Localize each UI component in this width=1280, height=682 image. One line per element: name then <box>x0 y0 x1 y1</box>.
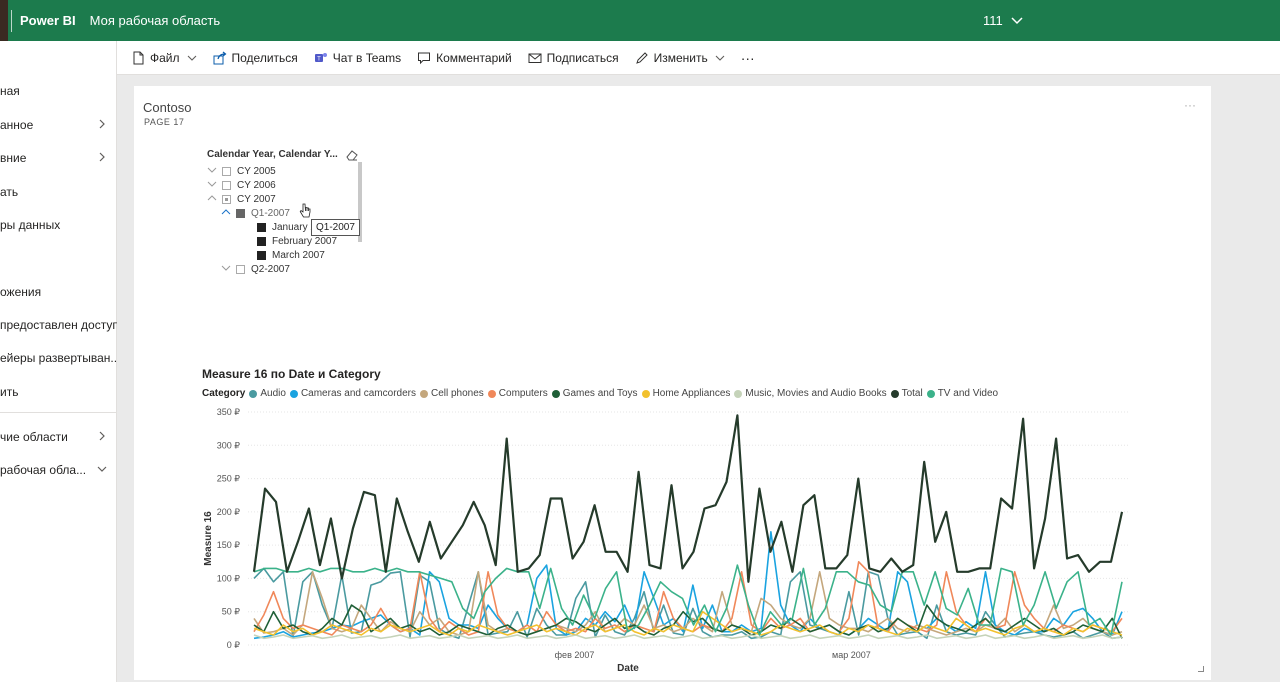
y-tick-label: 150 ₽ <box>217 540 241 550</box>
x-tick-label: фев 2007 <box>555 650 595 660</box>
resize-handle[interactable] <box>1198 666 1204 672</box>
user-name: 111 <box>983 13 1003 28</box>
file-label: Файл <box>150 50 180 65</box>
nav-item-2[interactable]: вние <box>0 146 117 170</box>
teams-label: Чат в Teams <box>332 50 402 65</box>
y-tick-label: 250 ₽ <box>217 474 241 484</box>
chevron-down-icon <box>187 51 197 65</box>
pencil-icon <box>635 51 649 65</box>
y-tick-label: 300 ₽ <box>217 440 241 450</box>
comment-label: Комментарий <box>436 50 512 65</box>
nav-item-label: предоставлен доступ <box>0 318 117 332</box>
x-tick-label: мар 2007 <box>832 650 871 660</box>
series-line-total <box>252 414 1124 583</box>
y-tick-label: 100 ₽ <box>217 573 241 583</box>
nav-item-label: анное <box>0 118 34 132</box>
nav-item-3[interactable]: ать <box>0 180 117 204</box>
chevron-right-icon[interactable] <box>96 151 108 166</box>
line-chart: 0 ₽ 50 ₽ 100 ₽ 150 ₽ 200 ₽ 250 ₽ 300 ₽ 350 ₽ фев… <box>203 407 1128 674</box>
series-line-music-movies-and-audio-books <box>253 634 1123 640</box>
comment-icon <box>417 51 431 65</box>
app-launcher-avatar[interactable] <box>0 0 8 41</box>
subscribe-button[interactable]: Подписаться <box>528 51 619 65</box>
brand-name[interactable]: Power BI <box>20 13 76 28</box>
edit-button[interactable]: Изменить <box>635 51 725 65</box>
file-button[interactable]: Файл <box>131 51 197 65</box>
y-tick-label: 50 ₽ <box>222 607 241 617</box>
user-menu[interactable]: 111 <box>983 0 1023 41</box>
nav-item-label: ить <box>0 385 19 399</box>
workspace-name[interactable]: Моя рабочая область <box>90 13 221 28</box>
subscribe-label: Подписаться <box>546 50 619 65</box>
nav-item-8[interactable]: ейеры развертыван... <box>0 346 117 370</box>
action-bar: Файл Поделиться T Чат в Teams Комментарий Под… <box>117 41 1280 75</box>
share-label: Поделиться <box>231 50 298 65</box>
teams-button[interactable]: T Чат в Teams <box>314 51 401 65</box>
nav-item-5[interactable] <box>0 246 117 270</box>
nav-item-label: ожения <box>0 285 42 299</box>
nav-item-label: вние <box>0 151 27 165</box>
y-tick-label: 350 ₽ <box>217 407 241 417</box>
nav-item-10[interactable]: чие области <box>0 425 117 449</box>
chevron-down-icon <box>1011 16 1023 24</box>
chevron-right-icon[interactable] <box>96 118 108 133</box>
share-button[interactable]: Поделиться <box>213 51 298 65</box>
file-icon <box>131 51 145 65</box>
more-actions-button[interactable]: ··· <box>741 50 755 66</box>
report-canvas: Contoso PAGE 17 ··· Calendar Year, Calen… <box>134 86 1211 680</box>
nav-item-9[interactable]: ить <box>0 380 117 404</box>
teams-icon: T <box>314 51 328 65</box>
y-tick-label: 200 ₽ <box>217 507 241 517</box>
nav-item-label: ная <box>0 84 20 98</box>
nav-item-0[interactable]: ная <box>0 79 117 103</box>
nav-item-label: ейеры развертыван... <box>0 351 117 365</box>
y-axis-title: Measure 16 <box>203 511 214 566</box>
left-navigation: ная анное вние ать ры данных ожения предоставл… <box>0 41 117 682</box>
x-axis-title: Date <box>617 663 639 674</box>
y-tick-label: 0 ₽ <box>227 640 241 650</box>
nav-item-4[interactable]: ры данных <box>0 213 117 237</box>
header-divider <box>11 9 12 32</box>
nav-item-label: ры данных <box>0 218 61 232</box>
chevron-right-icon[interactable] <box>96 430 108 445</box>
mail-icon <box>528 51 542 65</box>
comment-button[interactable]: Комментарий <box>417 51 512 65</box>
chevron-down-icon[interactable] <box>96 463 108 478</box>
chevron-down-icon <box>715 51 725 65</box>
svg-text:T: T <box>317 56 321 62</box>
nav-divider <box>0 412 117 413</box>
nav-item-11[interactable]: рабочая обла... <box>0 458 117 482</box>
nav-item-1[interactable]: анное <box>0 113 117 137</box>
nav-item-6[interactable]: ожения <box>0 280 117 304</box>
share-icon <box>213 51 227 65</box>
nav-item-label: ать <box>0 185 19 199</box>
nav-item-7[interactable]: предоставлен доступ <box>0 313 117 337</box>
nav-item-label: рабочая обла... <box>0 463 87 477</box>
edit-label: Изменить <box>653 50 708 65</box>
nav-item-label: чие области <box>0 430 68 444</box>
top-header: Power BI Моя рабочая область 111 <box>0 0 1280 41</box>
